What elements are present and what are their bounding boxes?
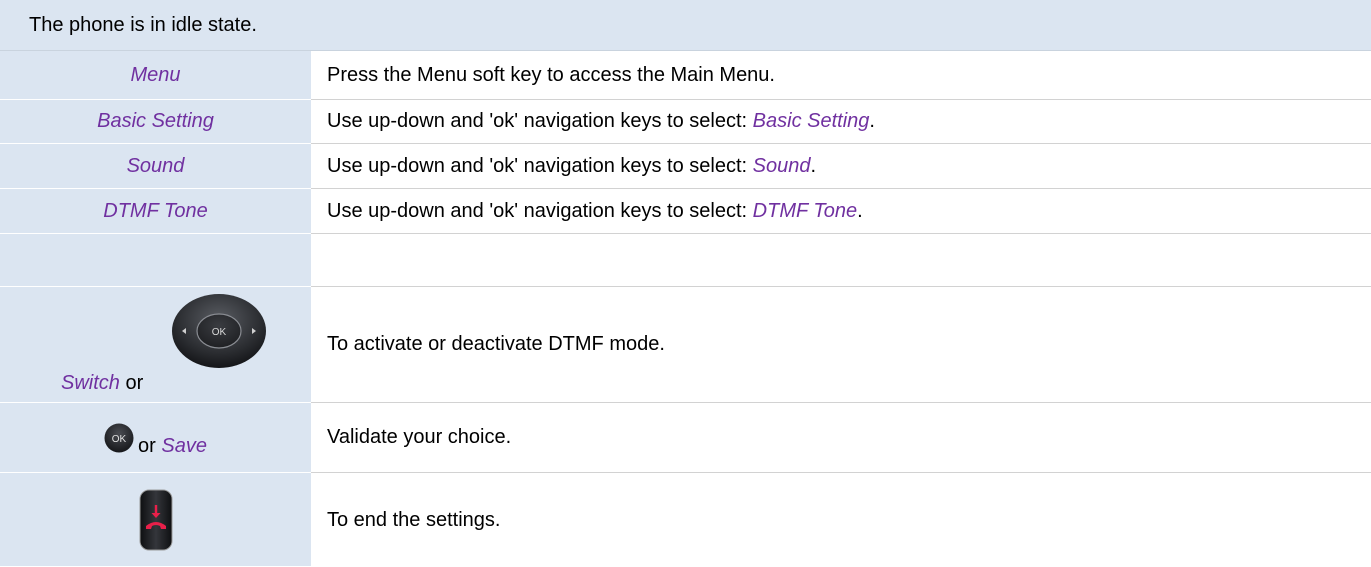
ok-key-text: OK [112, 434, 127, 445]
key-cell: OK or Save [0, 403, 311, 473]
table-row: Sound Use up-down and 'ok' navigation ke… [0, 144, 1371, 189]
hang-up-key-icon [139, 489, 172, 550]
instruction-table: The phone is in idle state. Menu Press t… [0, 0, 1371, 567]
key-cell: Switch or OK [0, 287, 311, 403]
table-row: To end the settings. [0, 473, 1371, 567]
navigation-ok-key-icon: OK [172, 294, 266, 368]
or-word: or [138, 435, 162, 457]
description-emphasis: Basic Setting [752, 110, 870, 132]
or-text: or Save [138, 435, 207, 458]
header-text: The phone is in idle state. [29, 13, 257, 36]
ok-key-text: OK [212, 327, 227, 338]
step-description: Use up-down and 'ok' navigation keys to … [327, 110, 875, 133]
description-cell: Validate your choice. [311, 403, 1371, 473]
table-header: The phone is in idle state. [0, 0, 1371, 51]
description-emphasis: DTMF Tone [752, 199, 858, 222]
step-description: Use up-down and 'ok' navigation keys to … [327, 200, 863, 223]
table-row: OK or Save Validate your choice. [0, 403, 1371, 473]
description-suffix: . [810, 154, 817, 177]
description-text: Use up-down and 'ok' navigation keys to … [327, 110, 753, 132]
step-description: Press the Menu soft key to access the Ma… [327, 63, 775, 86]
description-cell: To activate or deactivate DTMF mode. [311, 287, 1371, 403]
key-cell [0, 473, 311, 567]
ok-or-save-label: OK or Save [104, 417, 207, 458]
table-row: DTMF Tone Use up-down and 'ok' navigatio… [0, 189, 1371, 234]
table-row-empty [0, 234, 1371, 287]
dtmf-tone-label: DTMF Tone [103, 199, 208, 222]
sound-label: Sound [126, 154, 185, 177]
step-description: Use up-down and 'ok' navigation keys to … [327, 155, 816, 178]
step-description: Validate your choice. [327, 426, 512, 448]
table-row: Basic Setting Use up-down and 'ok' navig… [0, 100, 1371, 144]
menu-soft-key-label: Menu [130, 63, 181, 86]
description-suffix: . [869, 110, 875, 132]
key-cell [0, 234, 311, 287]
key-cell: Menu [0, 51, 311, 100]
or-text: or [119, 372, 144, 394]
key-cell: Sound [0, 144, 311, 189]
switch-or-label: Switch or [61, 372, 143, 395]
key-cell: Basic Setting [0, 100, 311, 144]
description-cell: Use up-down and 'ok' navigation keys to … [311, 100, 1371, 144]
ok-key-icon: OK [104, 423, 134, 452]
table-row: Switch or OK To activate or deactivate D… [0, 287, 1371, 403]
description-suffix: . [857, 199, 863, 222]
description-text: Use up-down and 'ok' navigation keys to … [327, 154, 753, 177]
description-cell [311, 234, 1371, 287]
description-emphasis: Sound [752, 154, 811, 177]
description-cell: To end the settings. [311, 473, 1371, 567]
basic-setting-label: Basic Setting [97, 110, 214, 132]
description-cell: Use up-down and 'ok' navigation keys to … [311, 144, 1371, 189]
step-description: To activate or deactivate DTMF mode. [327, 333, 665, 355]
key-cell: DTMF Tone [0, 189, 311, 234]
step-description: To end the settings. [327, 508, 501, 531]
description-cell: Use up-down and 'ok' navigation keys to … [311, 189, 1371, 234]
description-text: Use up-down and 'ok' navigation keys to … [327, 199, 753, 222]
description-cell: Press the Menu soft key to access the Ma… [311, 51, 1371, 100]
save-soft-key-label: Save [161, 435, 207, 457]
table-row: Menu Press the Menu soft key to access t… [0, 51, 1371, 100]
switch-soft-key-label: Switch [61, 372, 120, 394]
